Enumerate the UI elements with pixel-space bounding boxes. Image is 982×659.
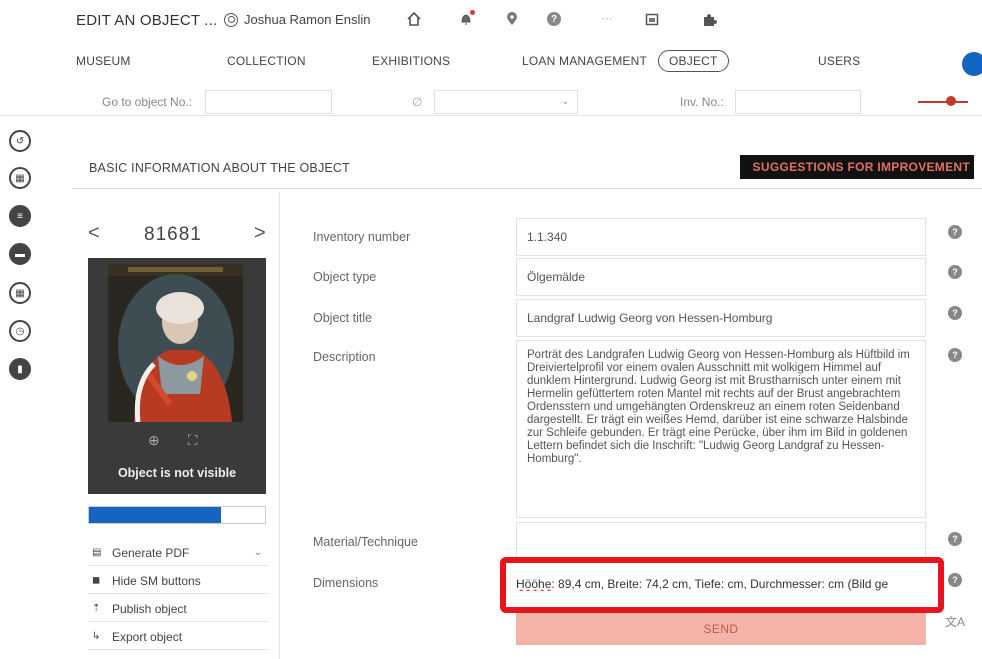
description-label: Description bbox=[313, 350, 376, 364]
object-image-panel: ⊕ ⛶ Object is not visible bbox=[88, 258, 266, 494]
section-divider bbox=[72, 188, 982, 189]
help-icon[interactable]: ? bbox=[948, 306, 962, 320]
calendar-icon[interactable] bbox=[643, 10, 661, 28]
export-icon: ↳ bbox=[92, 631, 101, 642]
description-textarea[interactable]: Porträt des Landgrafen Ludwig Georg von … bbox=[516, 340, 926, 518]
goto-label: Go to object No.: bbox=[102, 95, 193, 109]
send-button[interactable]: SEND bbox=[516, 613, 926, 645]
clock-icon[interactable]: ◷ bbox=[9, 320, 31, 342]
help-icon[interactable]: ? bbox=[948, 265, 962, 279]
main-nav: MUSEUM COLLECTION EXHIBITIONS LOAN MANAG… bbox=[0, 48, 982, 76]
generate-pdf-button[interactable]: ▤ Generate PDF ⌄ bbox=[88, 540, 268, 566]
object-painting-image[interactable] bbox=[108, 264, 243, 422]
account-avatar[interactable] bbox=[962, 52, 982, 76]
slider-handle[interactable] bbox=[946, 96, 956, 106]
visibility-status: Object is not visible bbox=[117, 466, 237, 480]
export-object-button[interactable]: ↳ Export object bbox=[88, 624, 268, 650]
panel-divider bbox=[279, 192, 280, 659]
nav-museum[interactable]: MUSEUM bbox=[76, 54, 131, 68]
help-icon[interactable]: ? bbox=[948, 348, 962, 362]
pdf-icon: ▤ bbox=[92, 547, 102, 558]
material-technique-field[interactable] bbox=[516, 522, 926, 558]
menu-item-label: Hide SM buttons bbox=[112, 573, 201, 588]
nav-users[interactable]: USERS bbox=[818, 54, 860, 68]
menu-item-label: Export object bbox=[112, 629, 183, 644]
hide-sm-buttons-button[interactable]: ◼ Hide SM buttons bbox=[88, 568, 268, 594]
dimensions-text: : 89,4 cm, Breite: 74,2 cm, Tiefe: cm, D… bbox=[551, 577, 889, 591]
object-title-field[interactable]: Landgraf Ludwig Georg von Hessen-Homburg bbox=[516, 299, 926, 337]
object-pager: < 81681 > bbox=[86, 222, 266, 248]
page-title: EDIT AN OBJECT ... bbox=[76, 12, 218, 29]
bookmark-icon[interactable]: ▮ bbox=[9, 358, 31, 380]
message-icon[interactable]: ▬ bbox=[9, 243, 31, 265]
nav-exhibitions[interactable]: EXHIBITIONS bbox=[372, 54, 450, 68]
top-bar: EDIT AN OBJECT ... Joshua Ramon Enslin ?… bbox=[0, 0, 982, 42]
slider-track[interactable] bbox=[918, 101, 968, 103]
publish-object-button[interactable]: ⇡ Publish object bbox=[88, 596, 268, 622]
next-object-button[interactable]: > bbox=[254, 222, 266, 245]
user-name: Joshua Ramon Enslin bbox=[244, 12, 371, 27]
material-technique-label: Material/Technique bbox=[313, 535, 418, 549]
puzzle-icon[interactable] bbox=[700, 10, 718, 28]
object-number: 81681 bbox=[144, 224, 202, 245]
nav-object[interactable]: OBJECT bbox=[658, 50, 729, 72]
search-row: Go to object No.: ∅ ⌄ Inv. No.: bbox=[0, 88, 982, 116]
bell-icon[interactable] bbox=[457, 10, 475, 28]
publish-icon: ⇡ bbox=[92, 603, 101, 614]
user-menu[interactable]: Joshua Ramon Enslin bbox=[224, 12, 370, 27]
menu-item-label: Publish object bbox=[112, 601, 187, 616]
object-select[interactable]: ⌄ bbox=[434, 90, 578, 114]
gallery-icon[interactable]: ▦ bbox=[9, 167, 31, 189]
object-type-field[interactable]: Ölgemälde bbox=[516, 258, 926, 296]
hide-icon: ◼ bbox=[92, 575, 101, 586]
dimensions-input[interactable]: Hööhe: 89,4 cm, Breite: 74,2 cm, Tiefe: … bbox=[516, 577, 924, 591]
history-icon[interactable]: ↺ bbox=[9, 130, 31, 152]
empty-icon: ∅ bbox=[412, 95, 423, 109]
progress-fill bbox=[89, 507, 221, 523]
help-icon[interactable]: ? bbox=[948, 573, 962, 587]
fullscreen-icon[interactable]: ⛶ bbox=[188, 432, 198, 449]
zoom-in-icon[interactable]: ⊕ bbox=[148, 432, 160, 449]
misspelled-word: Hööhe bbox=[516, 577, 552, 591]
translate-icon[interactable]: 文A bbox=[945, 613, 965, 630]
inv-no-label: Inv. No.: bbox=[680, 95, 724, 109]
nav-loan-management[interactable]: LOAN MANAGEMENT bbox=[522, 54, 647, 68]
location-icon[interactable] bbox=[503, 10, 521, 28]
user-icon bbox=[224, 12, 238, 27]
chevron-down-icon: ⌄ bbox=[253, 547, 262, 558]
help-icon[interactable]: ? bbox=[545, 10, 563, 28]
nav-collection[interactable]: COLLECTION bbox=[227, 54, 306, 68]
menu-item-label: Generate PDF bbox=[112, 545, 190, 560]
chevron-down-icon: ⌄ bbox=[561, 96, 569, 106]
dimensions-label: Dimensions bbox=[313, 576, 379, 590]
more-icon[interactable]: ··· bbox=[598, 10, 616, 28]
image-tools: ⊕ ⛶ bbox=[148, 432, 198, 449]
suggestions-button[interactable]: SUGGESTIONS FOR IMPROVEMENT bbox=[740, 155, 974, 179]
object-type-label: Object type bbox=[313, 270, 377, 284]
goto-object-input[interactable] bbox=[205, 90, 332, 114]
section-title: BASIC INFORMATION ABOUT THE OBJECT bbox=[89, 161, 350, 175]
comment-icon[interactable]: ≡ bbox=[9, 205, 31, 227]
inv-no-input[interactable] bbox=[735, 90, 861, 114]
help-icon[interactable]: ? bbox=[948, 532, 962, 546]
inventory-number-field[interactable]: 1.1.340 bbox=[516, 218, 926, 256]
completeness-progress bbox=[88, 506, 266, 524]
notification-dot bbox=[470, 10, 475, 15]
home-icon[interactable] bbox=[405, 10, 423, 28]
inventory-number-label: Inventory number bbox=[313, 230, 411, 244]
object-title-label: Object title bbox=[313, 311, 373, 325]
help-icon[interactable]: ? bbox=[948, 225, 962, 239]
prev-object-button[interactable]: < bbox=[88, 222, 100, 245]
grid-icon[interactable]: ▦ bbox=[9, 282, 31, 304]
dimensions-field[interactable]: Hööhe: 89,4 cm, Breite: 74,2 cm, Tiefe: … bbox=[500, 557, 944, 613]
